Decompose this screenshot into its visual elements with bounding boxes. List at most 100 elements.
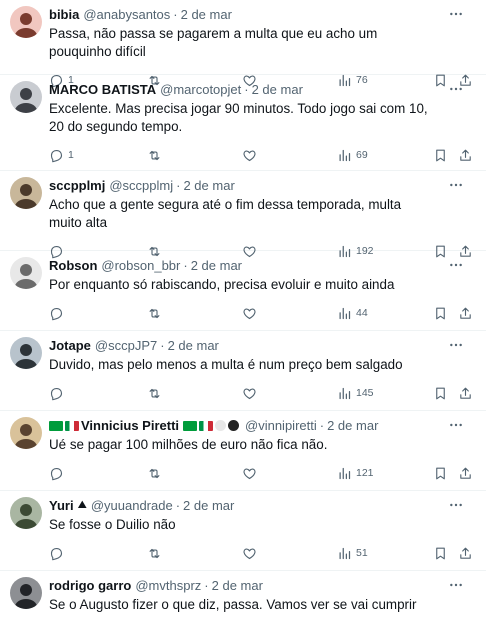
reply-button[interactable]: [49, 546, 147, 561]
tweet-header: Vinnicius Piretti @vinnipiretti · 2 de mar: [49, 417, 476, 434]
avatar[interactable]: [10, 417, 42, 449]
author-name[interactable]: Jotape: [49, 337, 91, 354]
views-button[interactable]: 51: [337, 546, 433, 561]
tweet-actions: 1 69: [49, 138, 476, 172]
retweet-icon: [147, 306, 162, 321]
reply-button[interactable]: [49, 386, 147, 401]
author-name[interactable]: bibia: [49, 6, 79, 23]
more-icon[interactable]: [446, 6, 466, 22]
like-button[interactable]: [242, 306, 337, 321]
tweet-item[interactable]: Robson @robson_bbr · 2 de mar Por enquanto s…: [0, 251, 486, 331]
author-name[interactable]: sccpplmj: [49, 177, 105, 194]
author-handle[interactable]: @vinnipiretti: [245, 417, 317, 434]
avatar[interactable]: [10, 177, 42, 209]
more-icon[interactable]: [446, 337, 466, 353]
share-icon[interactable]: [458, 148, 473, 163]
more-icon[interactable]: [446, 497, 466, 513]
bookmark-icon[interactable]: [433, 466, 458, 481]
more-icon[interactable]: [446, 81, 466, 97]
tweet-date[interactable]: 2 de mar: [252, 81, 303, 98]
tweet-item[interactable]: sccpplmj @sccpplmj · 2 de mar Acho que a gen…: [0, 171, 486, 258]
author-name[interactable]: Vinnicius Piretti: [81, 417, 179, 434]
retweet-button[interactable]: [147, 386, 242, 401]
author-handle[interactable]: @mvthsprz: [135, 577, 201, 594]
views-button[interactable]: 121: [337, 466, 433, 481]
bookmark-icon[interactable]: [433, 306, 458, 321]
tweet-date[interactable]: 2 de mar: [181, 6, 232, 23]
reply-icon: [49, 466, 64, 481]
more-icon[interactable]: [446, 177, 466, 193]
avatar[interactable]: [10, 337, 42, 369]
avatar[interactable]: [10, 497, 42, 529]
tweet-item[interactable]: Vinnicius Piretti @vinnipiretti · 2 de mar U…: [0, 411, 486, 491]
tweet-header: Robson @robson_bbr · 2 de mar: [49, 257, 476, 274]
tweet-date[interactable]: 2 de mar: [168, 337, 219, 354]
avatar[interactable]: [10, 577, 42, 609]
bookmark-icon[interactable]: [433, 546, 458, 561]
like-button[interactable]: [242, 386, 337, 401]
author-name[interactable]: rodrigo garro: [49, 577, 131, 594]
dot-separator: ·: [319, 418, 325, 433]
like-icon: [242, 148, 257, 163]
tweet-text: Acho que a gente segura até o fim dessa …: [49, 197, 402, 230]
mountain-emoji-icon: ⛰: [77, 499, 87, 511]
tweet-actions: 145: [49, 376, 476, 410]
views-button[interactable]: 69: [337, 148, 433, 163]
retweet-button[interactable]: [147, 306, 242, 321]
share-icon[interactable]: [458, 386, 473, 401]
share-icon[interactable]: [458, 466, 473, 481]
tweet-date[interactable]: 2 de mar: [212, 577, 263, 594]
author-name[interactable]: MARCO BATISTA: [49, 81, 156, 98]
tweet-item[interactable]: rodrigo garro @mvthsprz · 2 de mar Se o Augu…: [0, 571, 486, 622]
like-button[interactable]: [242, 466, 337, 481]
author-handle[interactable]: @sccpplmj: [109, 177, 173, 194]
white-circle-icon: [215, 420, 227, 431]
like-button[interactable]: [242, 546, 337, 561]
reply-icon: [49, 546, 64, 561]
retweet-button[interactable]: [147, 546, 242, 561]
bookmark-icon[interactable]: [433, 148, 458, 163]
more-icon[interactable]: [446, 257, 466, 273]
reply-button[interactable]: 1: [49, 148, 147, 163]
tweet-text: Excelente. Mas precisa jogar 90 minutos.…: [49, 101, 428, 134]
tweet-date[interactable]: 2 de mar: [183, 177, 234, 194]
avatar[interactable]: [10, 257, 42, 289]
author-name[interactable]: Yuri: [49, 497, 74, 514]
like-icon: [242, 546, 257, 561]
share-icon[interactable]: [458, 306, 473, 321]
views-icon: [337, 386, 352, 401]
tweet-text: Se fosse o Duilio não: [49, 517, 176, 532]
author-handle[interactable]: @sccpJP7: [95, 337, 157, 354]
brazil-flag-icon: [49, 420, 63, 431]
like-button[interactable]: [242, 148, 337, 163]
reply-button[interactable]: [49, 306, 147, 321]
reply-count: 1: [68, 149, 74, 161]
reply-button[interactable]: [49, 466, 147, 481]
author-handle[interactable]: @anabysantos: [83, 6, 170, 23]
bookmark-icon[interactable]: [433, 386, 458, 401]
views-button[interactable]: 145: [337, 386, 433, 401]
author-handle[interactable]: @robson_bbr: [101, 257, 180, 274]
avatar[interactable]: [10, 6, 42, 38]
more-icon[interactable]: [446, 577, 466, 593]
more-icon[interactable]: [446, 417, 466, 433]
views-count: 44: [356, 307, 368, 319]
author-name[interactable]: Robson: [49, 257, 97, 274]
dot-separator: ·: [160, 338, 165, 353]
tweet-item[interactable]: MARCO BATISTA @marcotopjet · 2 de mar Excele…: [0, 75, 486, 171]
tweet-item[interactable]: bibia @anabysantos · 2 de mar Passa, não pas…: [0, 0, 486, 87]
author-handle[interactable]: @marcotopjet: [160, 81, 241, 98]
tweet-item[interactable]: Jotape @sccpJP7 · 2 de mar Duvido, mas pelo …: [0, 331, 486, 411]
views-button[interactable]: 44: [337, 306, 433, 321]
retweet-button[interactable]: [147, 148, 242, 163]
reply-feed: bibia @anabysantos · 2 de mar Passa, não pas…: [0, 0, 486, 622]
views-icon: [337, 546, 352, 561]
tweet-date[interactable]: 2 de mar: [191, 257, 242, 274]
tweet-item[interactable]: Yuri ⛰ @yuuandrade · 2 de mar Se fosse o Duil…: [0, 491, 486, 571]
author-handle[interactable]: @yuuandrade: [91, 497, 173, 514]
retweet-button[interactable]: [147, 466, 242, 481]
avatar[interactable]: [10, 81, 42, 113]
tweet-date[interactable]: 2 de mar: [327, 417, 378, 434]
share-icon[interactable]: [458, 546, 473, 561]
tweet-date[interactable]: 2 de mar: [183, 497, 234, 514]
